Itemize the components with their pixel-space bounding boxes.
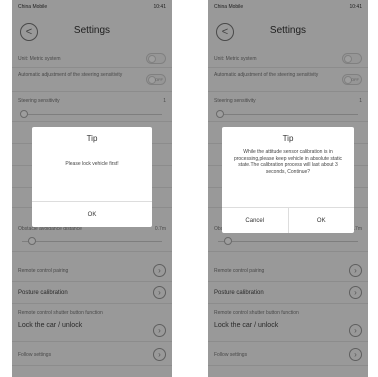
ok-button[interactable]: OK (32, 202, 152, 227)
tip-dialog: Tip Please lock vehicle first! OK (32, 127, 152, 227)
phone-screen-left: China Mobile 10:41 < Settings Unit: Metr… (12, 0, 172, 377)
ok-button[interactable]: OK (287, 208, 355, 233)
dialog-message: While the attitude sensor calibration is… (233, 149, 343, 175)
dialog-buttons: Cancel OK (222, 207, 354, 233)
phone-screen-right: China Mobile 10:41 < Settings Unit: Metr… (208, 0, 368, 377)
dialog-message: Please lock vehicle first! (65, 161, 119, 167)
dialog-title: Tip (86, 134, 98, 143)
cancel-button[interactable]: Cancel (222, 208, 288, 233)
dialog-buttons: OK (32, 201, 152, 227)
calibration-dialog: Tip While the attitude sensor calibratio… (222, 127, 354, 233)
dialog-title: Tip (282, 134, 294, 143)
